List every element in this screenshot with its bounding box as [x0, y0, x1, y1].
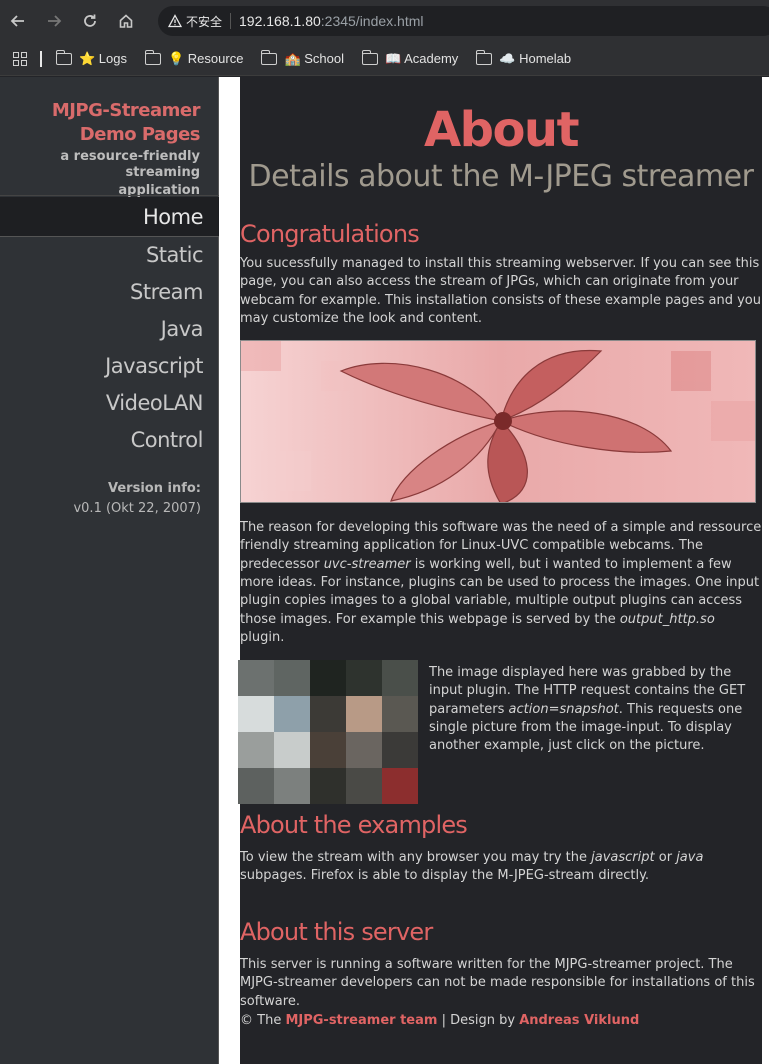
output-http-term: output_http.so	[619, 611, 715, 627]
nav-videolan[interactable]: VideoLAN	[0, 385, 219, 422]
examples-heading: About the examples	[240, 811, 468, 839]
bookmark-school[interactable]: 🏫 School	[260, 49, 344, 67]
nav-java[interactable]: Java	[0, 311, 219, 348]
footer-mid: | Design by	[437, 1013, 520, 1028]
bookmark-academy[interactable]: 📖 Academy	[361, 49, 459, 67]
address-bar[interactable]: 不安全 192.168.1.80:2345/index.html	[158, 6, 769, 36]
bookmark-label: 🏫 School	[284, 50, 344, 66]
congrats-heading: Congratulations	[240, 220, 420, 248]
web-page: MJPG-Streamer Demo Pages a resource-frie…	[0, 77, 769, 1064]
brand: MJPG-Streamer Demo Pages a resource-frie…	[0, 77, 218, 199]
examples-text-part3: subpages. Firefox is able to display the…	[240, 868, 650, 884]
back-button[interactable]	[0, 0, 36, 42]
version-info: Version info: v0.1 (Okt 22, 2007)	[0, 479, 219, 519]
nav-static[interactable]: Static	[0, 237, 219, 274]
bookmark-resource[interactable]: 💡 Resource	[144, 49, 244, 67]
bookmark-homelab[interactable]: ☁️ Homelab	[475, 49, 572, 67]
bookmark-label: ⭐ Logs	[79, 50, 127, 66]
brand-divider	[0, 195, 219, 196]
url-text: 192.168.1.80:2345/index.html	[239, 13, 423, 29]
examples-text: To view the stream with any browser you …	[240, 849, 760, 886]
reason-text-part3: plugin.	[240, 629, 285, 645]
nav-menu: Home Static Stream Java Javascript Video…	[0, 197, 219, 459]
folder-icon	[361, 49, 378, 65]
page-title: About	[423, 102, 580, 158]
page-subtitle: Details about the M-JPEG streamer	[248, 159, 754, 194]
main-content: About Details about the M-JPEG streamer …	[238, 77, 762, 1064]
folder-icon	[144, 49, 161, 65]
forward-button[interactable]	[36, 0, 72, 42]
examples-text-part2: or	[654, 850, 677, 865]
mjpg-team-link[interactable]: MJPG-streamer team	[285, 1013, 437, 1028]
snapshot-image[interactable]	[238, 660, 418, 804]
reload-icon	[84, 14, 96, 27]
security-chip[interactable]: 不安全	[168, 13, 222, 30]
version-label: Version info:	[108, 481, 201, 496]
security-label: 不安全	[186, 14, 223, 29]
congrats-text: You sucessfully managed to install this …	[240, 256, 761, 326]
bookmarks-divider	[40, 50, 42, 67]
url-host: 192.168.1.80	[239, 13, 321, 29]
apps-button[interactable]	[0, 51, 40, 66]
server-text: This server is running a software writte…	[240, 957, 755, 1009]
server-heading: About this server	[240, 918, 433, 946]
warning-icon	[168, 14, 182, 28]
javascript-term: javascript	[591, 850, 655, 865]
reason-text: The reason for developing this software …	[240, 519, 762, 647]
reload-button[interactable]	[72, 0, 108, 42]
bookmark-label: 📖 Academy	[385, 50, 459, 66]
nav-stream[interactable]: Stream	[0, 274, 219, 311]
brand-title-line1: MJPG-Streamer	[51, 100, 201, 121]
address-divider	[230, 13, 232, 29]
url-path: :2345/index.html	[320, 13, 424, 29]
examples-text-part1: To view the stream with any browser you …	[240, 850, 592, 865]
arrow-left-icon	[10, 15, 24, 27]
nav-javascript[interactable]: Javascript	[0, 348, 219, 385]
bookmark-label: 💡 Resource	[168, 50, 244, 66]
bookmarks-bar: ⭐ Logs 💡 Resource 🏫 School 📖 Academy ☁️ …	[0, 42, 769, 76]
designer-link[interactable]: Andreas Viklund	[519, 1013, 639, 1028]
home-icon	[119, 14, 133, 28]
apps-grid-icon	[13, 51, 27, 66]
tagline-line1: a resource-friendly streaming	[60, 149, 200, 180]
folder-icon	[475, 49, 493, 65]
nav-control[interactable]: Control	[0, 422, 219, 459]
flower-banner-image	[240, 340, 756, 504]
footer-prefix: © The	[240, 1013, 286, 1028]
flower-icon	[241, 341, 755, 503]
snapshot-picture-icon	[238, 660, 418, 804]
action-snapshot-term: action=snapshot	[508, 701, 619, 717]
sidebar: MJPG-Streamer Demo Pages a resource-frie…	[0, 77, 219, 1064]
home-button[interactable]	[108, 0, 144, 42]
uvc-streamer-term: uvc-streamer	[323, 556, 411, 572]
brand-title-line2: Demo Pages	[79, 124, 201, 145]
bookmark-label: ☁️ Homelab	[499, 50, 572, 66]
version-value: v0.1 (Okt 22, 2007)	[73, 501, 201, 516]
nav-home[interactable]: Home	[0, 197, 219, 237]
footer: © The MJPG-streamer team | Design by And…	[240, 1013, 760, 1028]
arrow-right-icon	[48, 15, 62, 27]
browser-toolbar: 不安全 192.168.1.80:2345/index.html	[0, 0, 769, 42]
folder-icon	[55, 49, 72, 65]
snapshot-text: The image displayed here was grabbed by …	[429, 664, 759, 755]
folder-icon	[260, 49, 278, 65]
java-term: java	[676, 850, 704, 865]
bookmark-logs[interactable]: ⭐ Logs	[55, 49, 127, 67]
